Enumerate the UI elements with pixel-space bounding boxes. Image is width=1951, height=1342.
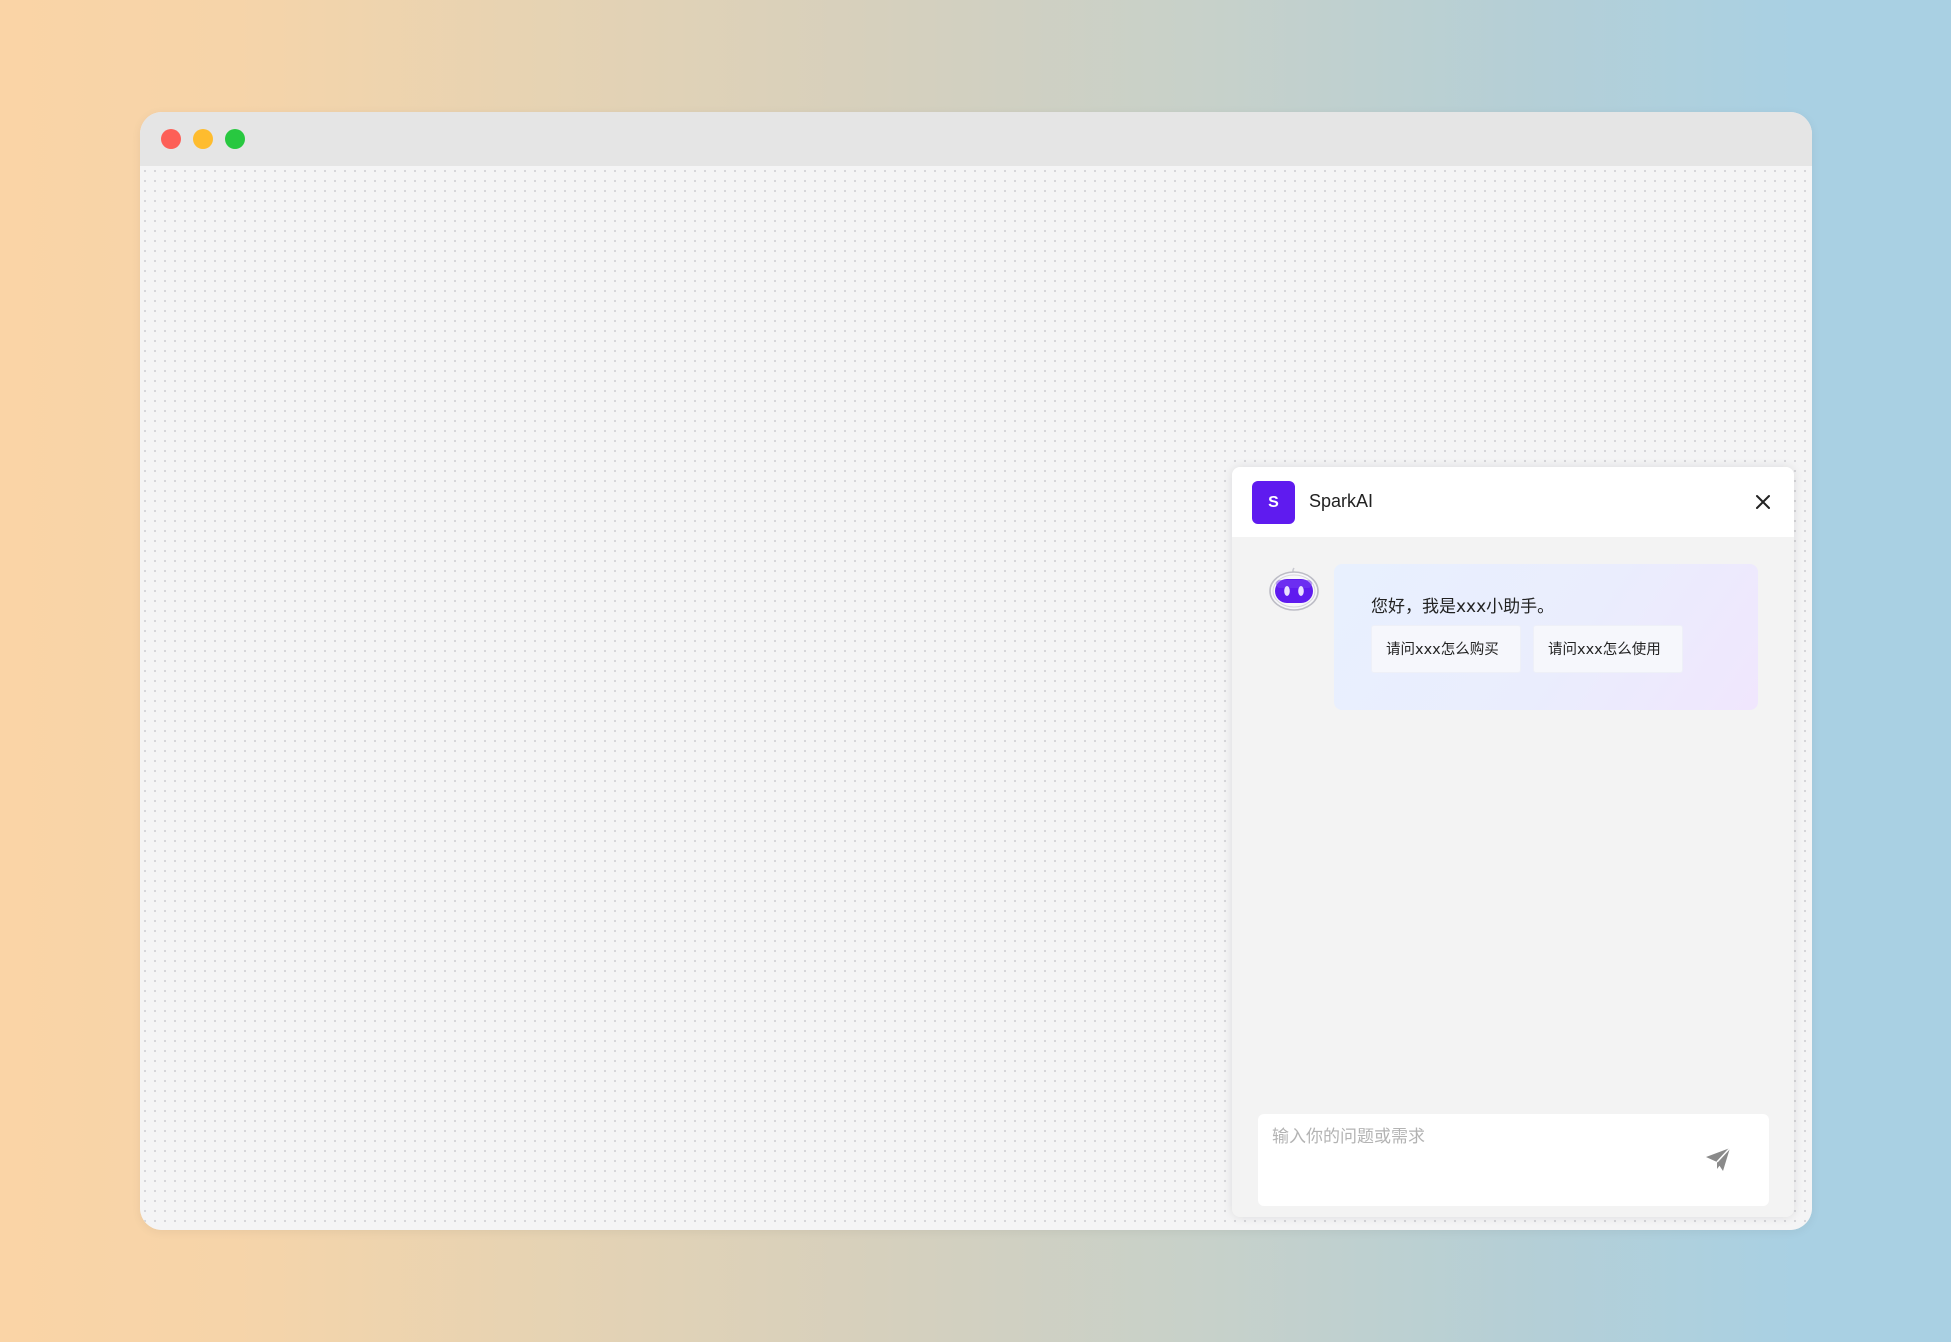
bot-avatar bbox=[1266, 562, 1322, 618]
app-logo: S bbox=[1252, 481, 1295, 524]
chat-header: S SparkAI bbox=[1232, 467, 1794, 537]
suggestion-chip-buy[interactable]: 请问xxx怎么购买 bbox=[1371, 625, 1521, 673]
window-maximize-button[interactable] bbox=[225, 129, 245, 149]
suggestion-chip-use[interactable]: 请问xxx怎么使用 bbox=[1533, 625, 1683, 673]
chat-input-box bbox=[1258, 1114, 1769, 1206]
send-button[interactable] bbox=[1703, 1144, 1733, 1174]
app-name: SparkAI bbox=[1309, 491, 1374, 511]
window-close-button[interactable] bbox=[161, 129, 181, 149]
chat-panel: S SparkAI 您好，我是xxx小助手。 请问xxx怎么购买 请问xxx怎么… bbox=[1232, 467, 1794, 1217]
assistant-message-bubble: 您好，我是xxx小助手。 请问xxx怎么购买 请问xxx怎么使用 bbox=[1334, 564, 1758, 710]
window-minimize-button[interactable] bbox=[193, 129, 213, 149]
close-chat-button[interactable] bbox=[1752, 491, 1774, 513]
greeting-text: 您好，我是xxx小助手。 bbox=[1371, 597, 1555, 617]
window-titlebar bbox=[140, 112, 1812, 166]
send-icon bbox=[1706, 1147, 1731, 1171]
app-window: S SparkAI 您好，我是xxx小助手。 请问xxx怎么购买 请问xxx怎么… bbox=[140, 112, 1812, 1230]
close-icon bbox=[1756, 495, 1770, 509]
robot-avatar-icon bbox=[1269, 567, 1319, 611]
chat-input[interactable] bbox=[1272, 1122, 1672, 1192]
